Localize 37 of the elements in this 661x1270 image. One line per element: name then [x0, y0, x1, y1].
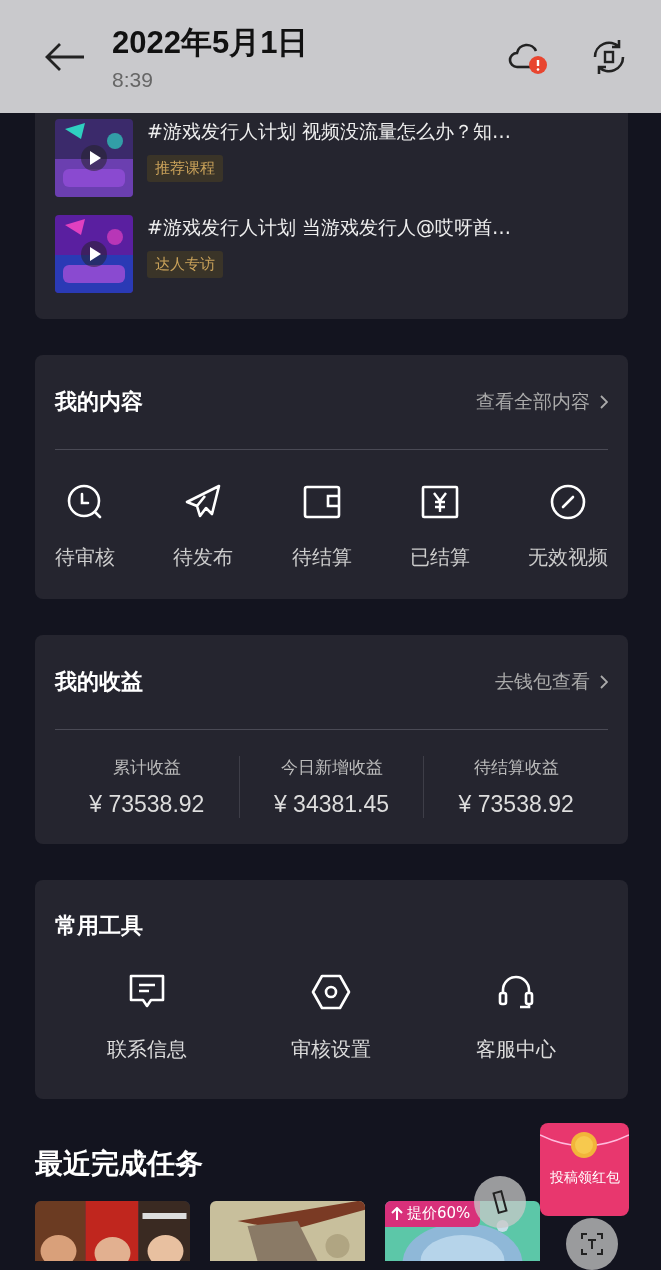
content-category[interactable]: 已结算	[409, 482, 470, 571]
course-tag: 推荐课程	[147, 155, 223, 182]
hexagon-icon	[311, 972, 352, 1012]
content-category[interactable]: 待结算	[291, 482, 352, 571]
up-arrow-icon	[391, 1206, 403, 1221]
text-scan-button[interactable]	[566, 1218, 618, 1270]
price-badge: 提价60%	[385, 1201, 481, 1227]
content-category[interactable]: 待发布	[173, 482, 234, 571]
back-icon[interactable]	[44, 41, 86, 72]
course-title[interactable]: #游戏发行人计划 视频没流量怎么办？知…	[147, 119, 511, 145]
course-tag: 达人专访	[147, 251, 223, 278]
prohibited-icon	[548, 482, 588, 522]
section-title: 我的收益	[55, 668, 143, 696]
stat-value: ¥ 34381.45	[273, 791, 390, 818]
section-title: 最近完成任务	[35, 1146, 203, 1182]
section-title: 我的内容	[55, 388, 143, 416]
stat-label: 待结算收益	[473, 756, 559, 779]
screen-capture-button[interactable]	[474, 1176, 526, 1228]
tool-item[interactable]: 审核设置	[239, 972, 424, 1063]
scan-icon	[579, 1231, 605, 1257]
content-category[interactable]: 待审核	[55, 482, 115, 571]
content-category[interactable]: 无效视频	[528, 482, 608, 571]
tool-item[interactable]: 客服中心	[423, 972, 608, 1063]
stat-label: 今日新增收益	[280, 756, 383, 779]
section-title: 常用工具	[55, 912, 143, 940]
date-title: 2022年5月1日	[112, 23, 310, 62]
time-label: 8:39	[112, 67, 154, 92]
stat-label: 累计收益	[112, 756, 181, 779]
bonus-packet-button[interactable]: 投稿领红包	[540, 1123, 629, 1216]
view-all-link[interactable]: 查看全部内容	[476, 389, 608, 415]
stat-value: ¥ 73538.92	[458, 791, 574, 818]
tool-item[interactable]: 联系信息	[55, 972, 240, 1063]
wallet-link[interactable]: 去钱包查看	[495, 669, 608, 695]
chevron-icon	[600, 675, 608, 689]
chevron-icon	[600, 395, 608, 409]
course-title[interactable]: #游戏发行人计划 当游戏发行人@哎呀酋…	[147, 215, 511, 241]
stat-value: ¥ 73538.92	[89, 791, 205, 818]
